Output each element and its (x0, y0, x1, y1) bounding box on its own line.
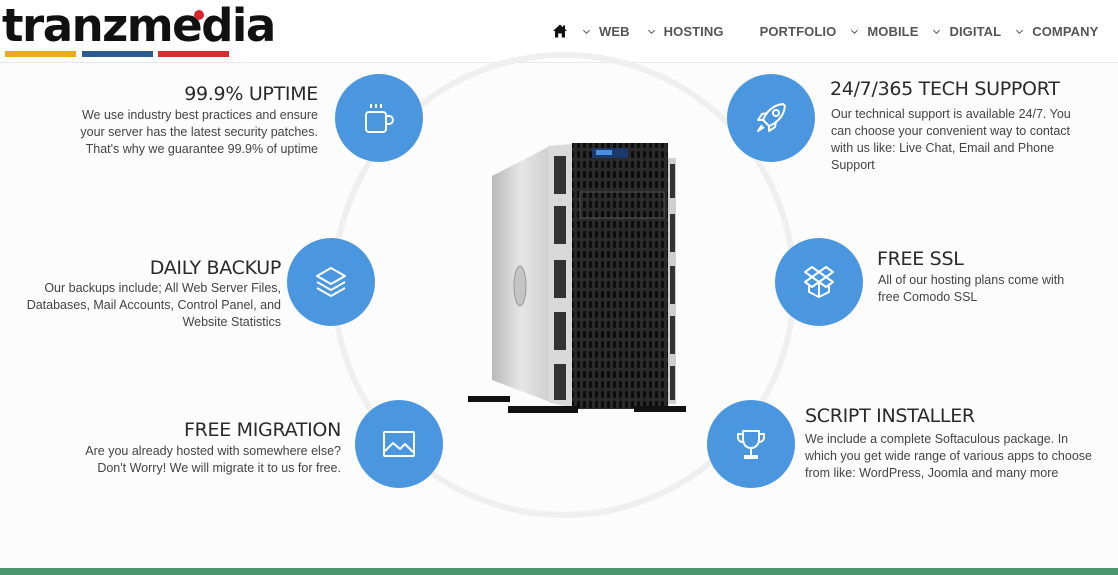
chevron-down-icon (582, 29, 591, 34)
chevron-down-icon (933, 29, 941, 34)
logo-dot (194, 10, 204, 20)
nav-item-mobile[interactable]: MOBILE (850, 24, 918, 39)
feature-icon-uptime[interactable] (335, 74, 423, 162)
nav-label: MOBILE (867, 23, 919, 39)
logo-bar-red (158, 51, 229, 57)
chevron-down-icon (851, 29, 859, 34)
coffee-cup-icon (365, 104, 394, 133)
feature-icon-backup[interactable] (287, 238, 375, 326)
dropbox-box-icon (804, 266, 834, 298)
feature-title-uptime: 99.9% UPTIME (184, 83, 318, 105)
logo-bar-blue (82, 51, 153, 57)
footer-bar (0, 568, 1118, 575)
feature-icon-support[interactable] (727, 74, 815, 162)
nav-label: HOSTING (663, 23, 724, 39)
chevron-down-icon (647, 29, 655, 34)
feature-desc-backup: Our backups include; All Web Server File… (26, 281, 281, 329)
nav-item-company[interactable]: COMPANY (1015, 24, 1098, 39)
feature-title-ssl: FREE SSL (877, 248, 964, 270)
feature-desc-ssl: All of our hosting plans come with free … (878, 273, 1065, 304)
nav-label: WEB (599, 23, 630, 39)
rocket-icon (757, 103, 786, 132)
feature-desc-support: Our technical support is available 24/7.… (831, 107, 1071, 172)
feature-desc-uptime: We use industry best practices and ensur… (80, 108, 318, 156)
feature-icon-ssl[interactable] (775, 238, 863, 326)
feature-title-installer: SCRIPT INSTALLER (805, 405, 975, 427)
layers-icon (316, 267, 346, 297)
feature-title-backup: DAILY BACKUP (149, 257, 282, 279)
nav-label: DIGITAL (949, 23, 1002, 39)
feature-icon-migration[interactable] (355, 400, 443, 488)
nav-label: PORTFOLIO (759, 23, 837, 39)
main-nav: WEB HOSTING PORTFOLIO MOBILE DIGITAL COM… (552, 20, 1098, 42)
feature-title-support: 24/7/365 TECH SUPPORT (830, 78, 1060, 100)
feature-desc-installer: We include a complete Softaculous packag… (805, 432, 1092, 480)
feature-icon-installer[interactable] (707, 400, 795, 488)
tower-server-image (468, 143, 686, 413)
logo-bar-yellow (5, 51, 76, 57)
logo-text: tranzmedia (2, 0, 276, 52)
feature-title-migration: FREE MIGRATION (183, 419, 341, 441)
nav-item-web[interactable]: WEB (582, 24, 630, 39)
nav-item-portfolio[interactable]: PORTFOLIO (760, 24, 837, 39)
nav-item-hosting[interactable]: HOSTING (647, 24, 724, 39)
nav-item-digital[interactable]: DIGITAL (932, 24, 1001, 39)
image-icon (383, 431, 415, 457)
home-icon[interactable] (552, 23, 568, 39)
trophy-icon (737, 430, 765, 459)
feature-desc-migration: Are you already hosted with somewhere el… (85, 444, 341, 475)
logo[interactable]: tranzmedia (2, 2, 276, 58)
nav-label: COMPANY (1032, 23, 1099, 39)
chevron-down-icon (1016, 29, 1024, 34)
